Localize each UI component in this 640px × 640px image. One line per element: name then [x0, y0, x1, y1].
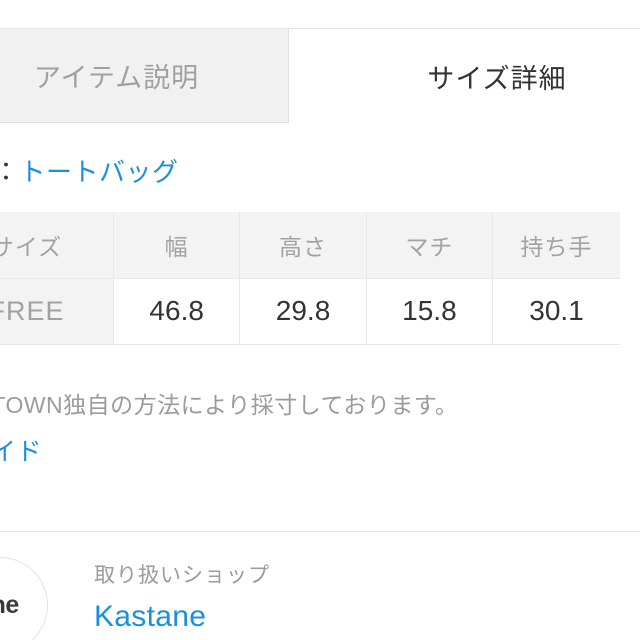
shop-logo-text: ane — [0, 590, 19, 619]
tab-label-size-detail: サイズ詳細 — [427, 63, 567, 94]
section-divider — [0, 531, 640, 532]
shop-meta: 取り扱いショップ Kastane — [94, 557, 270, 633]
column-header-size: サイズ — [0, 212, 114, 279]
cell-width: 46.8 — [113, 278, 241, 345]
shop-logo[interactable]: ane — [0, 557, 48, 640]
category-label: ゴリ： — [0, 157, 20, 187]
shop-label: 取り扱いショップ — [94, 564, 270, 587]
category-row: ゴリ：トートバッグ — [0, 152, 179, 189]
column-header-width: 幅 — [113, 212, 241, 279]
tab-bar: アイテム説明 サイズ詳細 — [0, 28, 640, 123]
table-row: FREE 46.8 29.8 15.8 30.1 — [0, 278, 620, 345]
column-header-height: 高さ — [239, 212, 367, 279]
size-table: サイズ 幅 高さ マチ 持ち手 FREE 46.8 29.8 15.8 30.1 — [0, 212, 620, 345]
cell-gusset: 15.8 — [366, 278, 494, 345]
size-detail-page: アイテム説明 サイズ詳細 ゴリ：トートバッグ サイズ 幅 高さ マチ 持ち手 F… — [0, 0, 640, 640]
tab-label-item-description: アイテム説明 — [33, 63, 200, 93]
category-link[interactable]: トートバッグ — [20, 157, 179, 187]
size-table-header-row: サイズ 幅 高さ マチ 持ち手 — [0, 212, 620, 279]
size-guide-link[interactable]: ズガイド — [0, 432, 42, 468]
size-table-body: FREE 46.8 29.8 15.8 30.1 — [0, 278, 620, 345]
tab-size-detail[interactable]: サイズ詳細 — [289, 29, 640, 123]
column-header-gusset: マチ — [366, 212, 494, 279]
shop-name-link[interactable]: Kastane — [94, 600, 270, 633]
measurement-note: OZOTOWN独自の方法により採寸しております。 — [0, 392, 459, 418]
shop-section: ane 取り扱いショップ Kastane — [0, 557, 452, 640]
column-header-handle: 持ち手 — [492, 212, 620, 279]
cell-size-name: FREE — [0, 278, 114, 345]
cell-height: 29.8 — [239, 278, 367, 345]
size-table-head: サイズ 幅 高さ マチ 持ち手 — [0, 212, 620, 279]
tab-item-description[interactable]: アイテム説明 — [0, 29, 289, 123]
cell-handle: 30.1 — [492, 278, 620, 345]
